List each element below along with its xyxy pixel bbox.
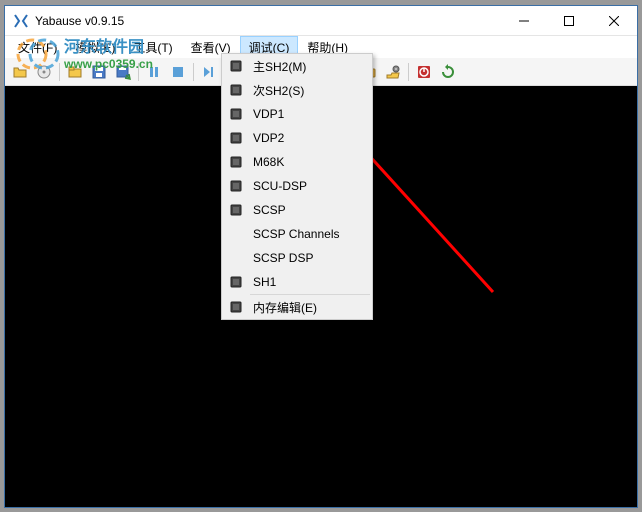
dd-label: SCU-DSP [253,179,307,193]
dd-label: SCSP Channels [253,227,340,241]
blank-icon [228,250,244,266]
dd-scu-dsp[interactable]: SCU-DSP [222,174,372,198]
tool-frameskip-icon[interactable] [198,61,220,83]
app-icon [13,13,29,29]
blank-icon [228,226,244,242]
tool-save-icon[interactable] [88,61,110,83]
dd-vdp2[interactable]: VDP2 [222,126,372,150]
dd-m68k[interactable]: M68K [222,150,372,174]
toolbar-separator [59,63,60,81]
tool-folder-icon[interactable] [64,61,86,83]
tool-refresh-icon[interactable] [437,61,459,83]
dd-label: 内存编辑(E) [253,299,317,316]
chip-icon [228,130,244,146]
dd-scsp-dsp[interactable]: SCSP DSP [222,246,372,270]
titlebar: Yabause v0.9.15 [5,6,637,36]
window-controls [501,6,637,35]
menu-tools[interactable]: 工具(T) [124,36,181,59]
dd-main-sh2[interactable]: 主SH2(M) [222,54,372,78]
dd-label: SCSP DSP [253,251,313,265]
chip-icon [228,274,244,290]
dd-label: VDP2 [253,131,284,145]
tool-stop-icon[interactable] [167,61,189,83]
maximize-button[interactable] [546,6,591,35]
tool-saveas-icon[interactable] [112,61,134,83]
chip-icon [228,58,244,74]
dd-label: 次SH2(S) [253,82,304,99]
dd-sh1[interactable]: SH1 [222,270,372,294]
tool-pause-icon[interactable] [143,61,165,83]
dd-slave-sh2[interactable]: 次SH2(S) [222,78,372,102]
debug-dropdown: 主SH2(M) 次SH2(S) VDP1 VDP2 M68K SCU-DSP S… [221,53,373,320]
toolbar-separator [193,63,194,81]
close-button[interactable] [591,6,637,35]
tool-open-icon[interactable] [9,61,31,83]
dd-label: M68K [253,155,284,169]
minimize-button[interactable] [501,6,546,35]
chip-icon [228,154,244,170]
chip-icon [228,178,244,194]
toolbar-separator [408,63,409,81]
toolbar-separator [138,63,139,81]
dd-memory-editor[interactable]: 内存编辑(E) [222,295,372,319]
dd-label: 主SH2(M) [253,58,306,75]
dd-label: SH1 [253,275,276,289]
chip-icon [228,299,244,315]
menu-emulation[interactable]: 模拟(E) [66,36,124,59]
tool-power-icon[interactable] [413,61,435,83]
tool-settings-icon[interactable] [382,61,404,83]
chip-icon [228,82,244,98]
chip-icon [228,106,244,122]
dd-vdp1[interactable]: VDP1 [222,102,372,126]
dd-scsp[interactable]: SCSP [222,198,372,222]
chip-icon [228,202,244,218]
tool-cd-icon[interactable] [33,61,55,83]
dd-label: VDP1 [253,107,284,121]
dd-label: SCSP [253,203,286,217]
menu-file[interactable]: 文件(F) [9,36,66,59]
dd-scsp-channels[interactable]: SCSP Channels [222,222,372,246]
window-title: Yabause v0.9.15 [35,14,501,28]
